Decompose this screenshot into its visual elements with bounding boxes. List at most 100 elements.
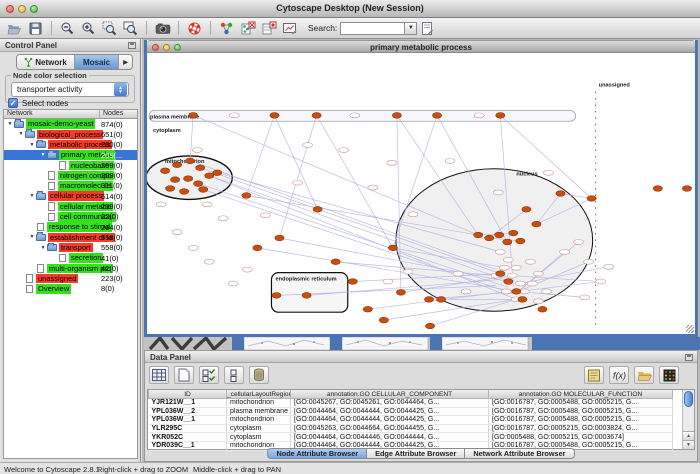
network-node-unselected[interactable] [403, 269, 413, 274]
table-cell[interactable]: [GO:0044464, GO:0044444, GO:0044425, G..… [291, 416, 489, 425]
network-edge[interactable] [190, 115, 193, 161]
network-node-unselected[interactable] [574, 239, 584, 244]
network-node-unselected[interactable] [188, 245, 198, 250]
unselect-attributes-icon[interactable] [224, 366, 244, 384]
network-node-unselected[interactable] [303, 143, 313, 148]
network-node[interactable] [538, 306, 547, 312]
network-node[interactable] [496, 112, 505, 118]
delete-attribute-icon[interactable] [249, 366, 269, 384]
search-input[interactable] [340, 22, 404, 35]
table-row[interactable]: YJR121W__1mitochondrion[GO:0045267, GO:0… [149, 399, 673, 408]
network-node-unselected[interactable] [527, 281, 537, 286]
network-node-unselected[interactable] [339, 147, 349, 152]
table-cell[interactable]: YLR295C [149, 424, 227, 433]
disclosure-triangle-icon[interactable]: ▼ [6, 121, 14, 127]
network-node[interactable] [170, 177, 179, 183]
attribute-matrix-icon[interactable] [659, 366, 679, 384]
tree-item[interactable]: ▼cellular metabo209(0) [4, 201, 137, 211]
network-edge[interactable] [279, 115, 316, 238]
tree-column-nodes[interactable]: Nodes [100, 110, 137, 118]
network-node[interactable] [312, 112, 321, 118]
network-node[interactable] [388, 245, 397, 251]
network-node-unselected[interactable] [218, 216, 228, 221]
network-edge[interactable] [246, 115, 274, 195]
network-node-unselected[interactable] [204, 259, 214, 264]
float-panel-icon[interactable] [685, 354, 693, 361]
tab-overflow-arrow[interactable]: ▶ [119, 55, 132, 69]
zoom-fit-icon[interactable] [122, 20, 139, 36]
network-node-unselected[interactable] [495, 249, 505, 254]
network-node-unselected[interactable] [445, 158, 455, 163]
tree-item[interactable]: ▼metabolic process280(0) [4, 140, 137, 150]
network-node-unselected[interactable] [493, 190, 503, 195]
attribute-table-icon[interactable] [149, 366, 169, 384]
network-node[interactable] [436, 296, 445, 302]
vizmapper-icon[interactable] [218, 20, 235, 36]
network-node[interactable] [504, 279, 513, 285]
float-panel-icon[interactable] [128, 42, 136, 49]
table-row[interactable]: YKR052Ccytoplasm[GO:0044464, GO:0044446,… [149, 433, 673, 442]
tree-item[interactable]: ▼nitrogen compo209(0) [4, 170, 137, 180]
network-node-unselected[interactable] [541, 289, 551, 294]
network-node[interactable] [160, 168, 169, 174]
network-node[interactable] [242, 193, 251, 199]
network-edge[interactable] [397, 115, 401, 292]
snapshot-camera-icon[interactable] [154, 20, 171, 36]
select-nodes-checkbox[interactable]: ✓ [8, 98, 18, 108]
network-node[interactable] [189, 112, 198, 118]
tab-mosaic[interactable]: Mosaic [75, 55, 119, 69]
network-node[interactable] [682, 186, 691, 192]
network-node-unselected[interactable] [368, 185, 378, 190]
search-options-icon[interactable] [419, 20, 436, 36]
network-node[interactable] [253, 245, 262, 251]
network-node-unselected[interactable] [560, 249, 570, 254]
network-node-unselected[interactable] [387, 160, 397, 165]
table-cell[interactable]: [GO:0045263, GO:0044664, GO:0044455, G..… [291, 424, 489, 433]
network-node[interactable] [496, 271, 505, 277]
select-attributes-icon[interactable] [199, 366, 219, 384]
import-network-icon[interactable] [239, 20, 256, 36]
table-cell[interactable]: [GO:0016787, GO:0005488, GO:0005215, G..… [489, 416, 673, 425]
network-node[interactable] [425, 323, 434, 329]
tab-network[interactable]: Network [17, 55, 75, 69]
network-node[interactable] [532, 221, 541, 227]
tree-item[interactable]: ▼unassigned223(0) [4, 273, 137, 283]
help-lifesaver-icon[interactable] [186, 20, 203, 36]
network-node[interactable] [424, 296, 433, 302]
table-cell[interactable]: mitochondrion [227, 399, 291, 408]
network-edge[interactable] [317, 115, 393, 248]
table-cell[interactable]: YJR121W__1 [149, 399, 227, 408]
disclosure-triangle-icon[interactable]: ▼ [28, 234, 36, 240]
table-cell[interactable]: [GO:0044464, GO:0044446, GO:0044444, G..… [291, 433, 489, 442]
annotation-note-icon[interactable] [584, 366, 604, 384]
network-node-unselected[interactable] [580, 295, 590, 300]
table-scrollbar[interactable]: ▲ ▼ [682, 390, 694, 449]
network-node[interactable] [509, 230, 518, 236]
save-icon[interactable] [27, 20, 44, 36]
tree-item[interactable]: ▼response to stimul264(0) [4, 222, 137, 232]
tree-item[interactable]: ▼nucleobase-209(0) [4, 160, 137, 170]
table-cell[interactable]: YPL036W__2 [149, 407, 227, 416]
network-node-unselected[interactable] [260, 213, 270, 218]
table-column-header[interactable]: _cellularLayoutRegion [227, 390, 291, 399]
network-node[interactable] [331, 259, 340, 265]
disclosure-triangle-icon[interactable]: ▼ [17, 131, 25, 137]
new-attribute-icon[interactable] [174, 366, 194, 384]
window-resize-grip[interactable] [686, 325, 694, 333]
tab-network-attribute-browser[interactable]: Network Attribute Browser [465, 448, 574, 459]
network-node-unselected[interactable] [507, 273, 517, 278]
network-node-unselected[interactable] [229, 113, 239, 118]
network-node[interactable] [432, 112, 441, 118]
network-node[interactable] [512, 289, 521, 295]
network-node[interactable] [474, 232, 483, 238]
network-node-unselected[interactable] [461, 289, 471, 294]
network-node[interactable] [199, 187, 208, 193]
disclosure-triangle-icon[interactable]: ▼ [39, 152, 47, 158]
table-cell[interactable]: [GO:0016787, GO:0005488, GO:0005215, G..… [489, 407, 673, 416]
network-node-unselected[interactable] [501, 289, 511, 294]
zoom-in-icon[interactable] [80, 20, 97, 36]
table-cell[interactable]: YPL036W__1 [149, 416, 227, 425]
tree-item[interactable]: ▼Overview8(0) [4, 284, 137, 294]
network-node[interactable] [396, 290, 405, 296]
table-cell[interactable]: [GO:0016787, GO:0005215, GO:0003824, G..… [489, 424, 673, 433]
